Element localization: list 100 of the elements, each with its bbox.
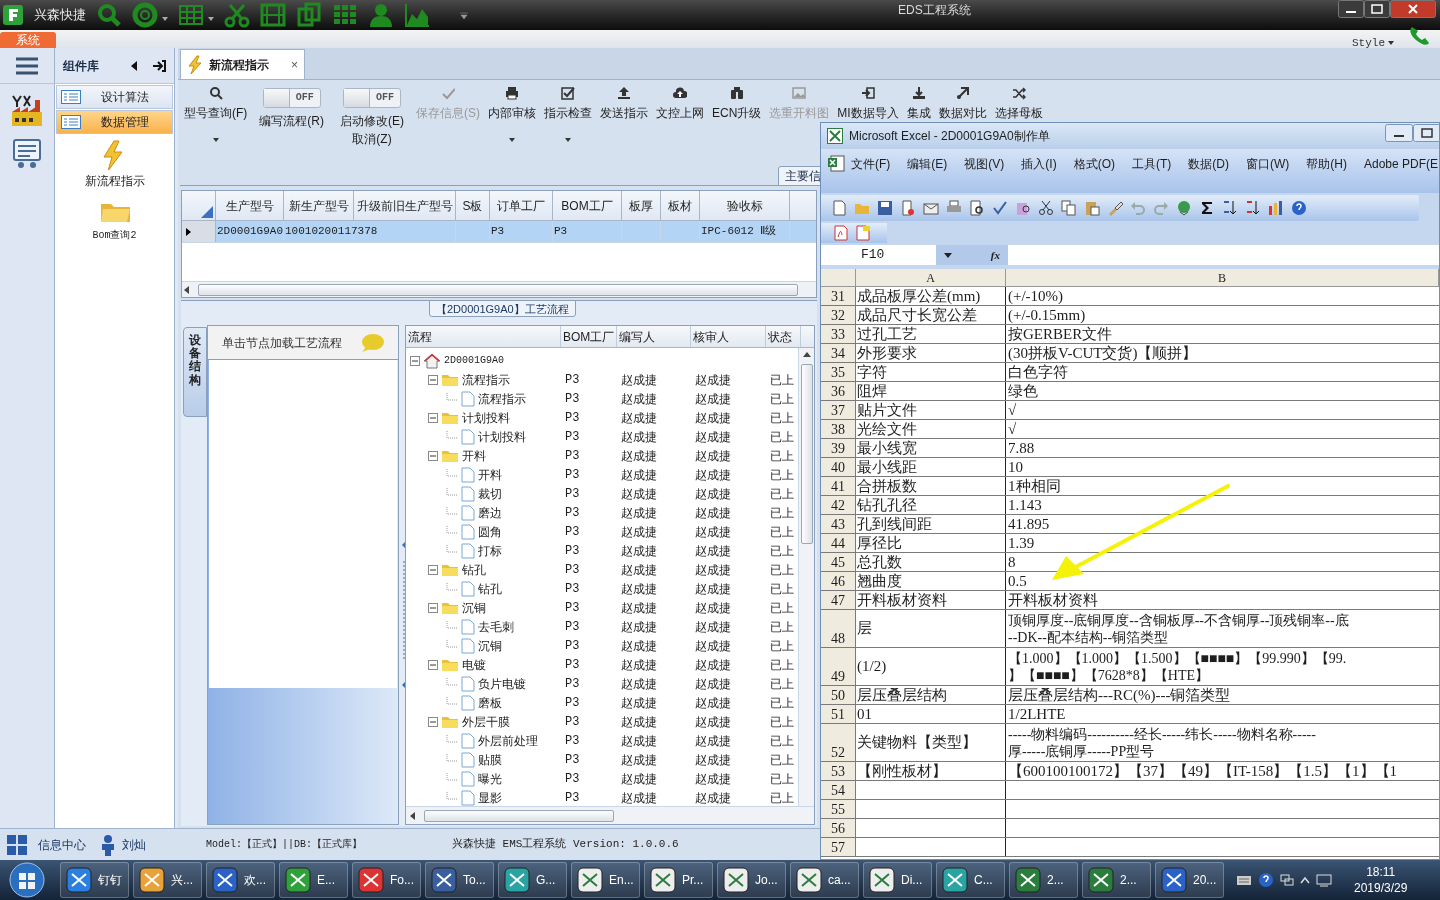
collapse-icon[interactable] (428, 659, 438, 670)
cut-icon[interactable] (1038, 200, 1054, 216)
spelling-icon[interactable] (992, 200, 1008, 216)
taskbar-button[interactable]: 2... (1009, 862, 1078, 898)
dropdown-caret-icon[interactable] (944, 252, 952, 258)
menu-item[interactable]: Adobe PDF(E (1364, 155, 1439, 173)
menu-item[interactable]: 文件(F) (851, 155, 891, 173)
taskbar-button[interactable]: ca... (790, 862, 859, 898)
taskbar-button[interactable]: 兴... (133, 862, 202, 898)
sort-descending-icon[interactable] (1245, 200, 1261, 216)
taskbar-button[interactable]: 2... (1082, 862, 1151, 898)
scrollbar-thumb[interactable] (198, 283, 798, 296)
insert-function-button[interactable]: fx (990, 246, 1000, 264)
column-header[interactable]: 板厚 (622, 191, 661, 220)
collapse-icon[interactable] (410, 355, 420, 366)
tree-node[interactable]: 贴膜 (478, 750, 502, 769)
workbook-icon[interactable] (827, 155, 845, 173)
windows-icon[interactable] (1280, 874, 1294, 886)
collapse-icon[interactable] (428, 716, 438, 727)
lifebuoy-icon[interactable] (132, 2, 158, 28)
collapse-icon[interactable] (428, 450, 438, 461)
column-header[interactable]: 状态 (766, 326, 801, 347)
scrollbar-thumb[interactable] (800, 364, 813, 544)
minimize-icon[interactable] (1338, 0, 1364, 18)
menu-item[interactable]: 窗口(W) (1246, 155, 1290, 173)
tab-close-button[interactable]: × (291, 55, 298, 74)
select-all-icon[interactable] (201, 206, 213, 218)
toolbar-button[interactable]: 选择母板 (990, 84, 1047, 122)
taskbar-button[interactable]: Fo... (352, 862, 421, 898)
research-icon[interactable] (1015, 200, 1031, 216)
tile-label[interactable]: 新流程指示 (84, 172, 145, 190)
toggle-switch[interactable]: OFF (262, 88, 321, 108)
scroll-left-icon[interactable] (408, 810, 418, 821)
menu-item[interactable]: 插入(I) (1021, 155, 1057, 173)
tree-node[interactable]: 计划投料 (462, 408, 510, 427)
column-header[interactable]: 核审人 (691, 326, 766, 347)
network-icon[interactable] (1316, 873, 1332, 887)
caret-icon[interactable] (1388, 41, 1394, 46)
column-header[interactable]: 验收标 (700, 191, 790, 220)
close-icon[interactable] (1390, 0, 1436, 18)
pdf-icon[interactable] (833, 225, 849, 241)
tree-node[interactable]: 沉铜 (462, 598, 486, 617)
film-icon[interactable] (260, 2, 286, 28)
sort-ascending-icon[interactable] (1222, 200, 1238, 216)
toolbar-button[interactable]: 内部审核 (484, 84, 540, 142)
maximize-icon[interactable] (1364, 0, 1390, 18)
tree-node[interactable]: 开料 (478, 465, 502, 484)
chart-icon[interactable] (1268, 200, 1284, 216)
taskbar-button[interactable]: 欢... (206, 862, 275, 898)
table-icon[interactable] (178, 2, 204, 28)
collapse-left-icon[interactable] (130, 60, 138, 71)
menu-item[interactable]: 编辑(E) (907, 155, 948, 173)
tree-node[interactable]: 磨边 (478, 503, 502, 522)
menu-item[interactable]: 数据(D) (1188, 155, 1229, 173)
collapse-icon[interactable] (428, 564, 438, 575)
minimize-icon[interactable] (1385, 124, 1413, 142)
factory-icon[interactable] (10, 94, 44, 128)
tree-node[interactable]: 计划投料 (478, 427, 526, 446)
column-header[interactable]: 升级前旧生产型号 (354, 191, 456, 220)
tree-node[interactable]: 裁切 (478, 484, 502, 503)
help-icon[interactable] (1291, 200, 1307, 216)
nav-item[interactable]: 数据管理 (56, 110, 173, 134)
tree-node[interactable]: 去毛刺 (478, 617, 514, 636)
column-header[interactable]: 新生产型号 (284, 191, 354, 220)
menu-item[interactable]: 格式(O) (1073, 155, 1115, 173)
caret-icon[interactable] (162, 17, 168, 21)
help-icon[interactable] (1258, 872, 1274, 888)
menu-item[interactable]: 视图(V) (964, 155, 1005, 173)
taskbar-button[interactable]: C... (936, 862, 1005, 898)
toolbar-button[interactable]: 文控上网 (652, 84, 708, 122)
collapse-icon[interactable] (428, 412, 438, 423)
print-preview-icon[interactable] (969, 200, 985, 216)
column-header[interactable]: B (1006, 269, 1439, 286)
column-header[interactable]: A (856, 269, 1006, 286)
table-row[interactable]: 2D0001G9A0 10010200117378 P3 P3 IPC-6012 Ⅱ级 (182, 221, 816, 243)
restore-icon[interactable] (1413, 124, 1439, 142)
taskbar-button[interactable]: 20... (1155, 862, 1224, 898)
permission-icon[interactable] (900, 200, 916, 216)
area-chart-icon[interactable] (404, 2, 430, 28)
toolbar-button[interactable]: 指示检查 (540, 84, 596, 142)
nav-item[interactable]: 设计算法 (56, 85, 173, 109)
taskbar-button[interactable]: E... (279, 862, 348, 898)
tree-node[interactable]: 负片电镀 (478, 674, 526, 693)
tree-node[interactable]: 外层干膜 (462, 712, 510, 731)
tree-node[interactable]: 曝光 (478, 769, 502, 788)
column-header[interactable]: 编写人 (617, 326, 691, 347)
copy-icon[interactable] (1061, 200, 1077, 216)
tree-node[interactable]: 磨板 (478, 693, 502, 712)
sigma-icon[interactable] (1199, 200, 1215, 216)
toolbar-button[interactable]: 数据对比 (934, 84, 991, 122)
toolbar-button[interactable]: 型号查询(F) (180, 84, 252, 142)
tree-node[interactable]: 圆角 (478, 522, 502, 541)
column-header[interactable]: 板材 (661, 191, 700, 220)
row-number[interactable]: 49 (831, 668, 845, 685)
info-center-link[interactable]: 信息中心 (38, 835, 86, 854)
menu-icon[interactable] (15, 56, 39, 75)
tree-node[interactable]: 钻孔 (462, 560, 486, 579)
start-button[interactable] (8, 861, 46, 899)
document-tab[interactable]: 新流程指示 × (180, 49, 305, 79)
scrollbar-thumb[interactable] (424, 809, 614, 822)
